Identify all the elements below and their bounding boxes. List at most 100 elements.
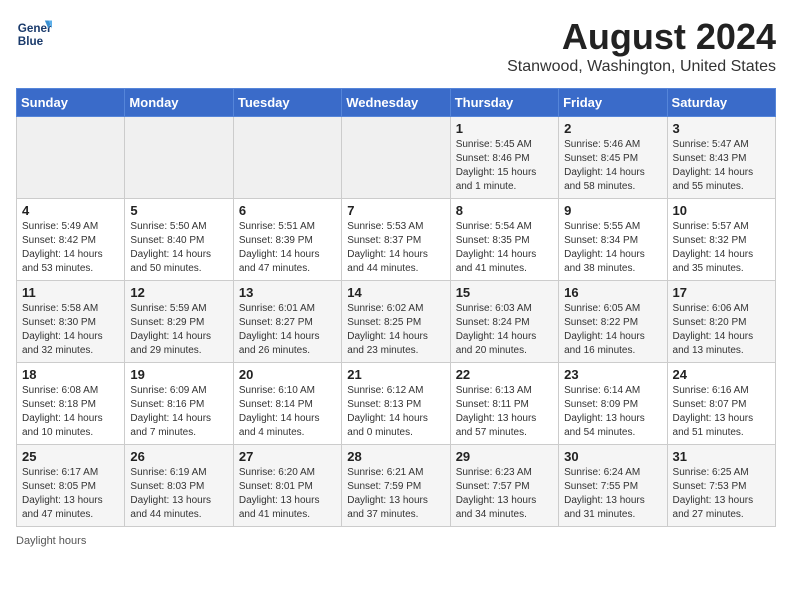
calendar-cell: 8Sunrise: 5:54 AM Sunset: 8:35 PM Daylig… (450, 199, 558, 281)
day-info: Sunrise: 6:02 AM Sunset: 8:25 PM Dayligh… (347, 302, 444, 358)
calendar-cell (17, 117, 125, 199)
day-number: 18 (22, 367, 119, 382)
calendar-cell: 2 Sunrise: 5:46 AM Sunset: 8:45 PM Daylig… (559, 117, 667, 199)
main-title: August 2024 (507, 16, 776, 58)
week-row-3: 11 Sunrise: 5:58 AM Sunset: 8:30 PM Dayli… (17, 281, 776, 363)
day-info: Sunrise: 6:08 AM Sunset: 8:18 PM Dayligh… (22, 384, 119, 440)
day-info: Sunrise: 5:47 AM Sunset: 8:43 PM Dayligh… (673, 138, 770, 194)
calendar-cell: 21 Sunrise: 6:12 AM Sunset: 8:13 PM Dayli… (342, 363, 450, 445)
day-number: 29 (456, 449, 553, 464)
calendar-cell: 11 Sunrise: 5:58 AM Sunset: 8:30 PM Dayli… (17, 281, 125, 363)
calendar-body: 1Sunrise: 5:45 AM Sunset: 8:46 PM Daylig… (17, 117, 776, 527)
weekday-header-monday: Monday (125, 89, 233, 117)
calendar-cell: 22 Sunrise: 6:13 AM Sunset: 8:11 PM Dayli… (450, 363, 558, 445)
day-number: 7 (347, 203, 444, 218)
day-info: Sunrise: 5:49 AM Sunset: 8:42 PM Dayligh… (22, 220, 119, 276)
day-info: Sunrise: 5:45 AM Sunset: 8:46 PM Dayligh… (456, 138, 553, 194)
day-number: 22 (456, 367, 553, 382)
header: General Blue August 2024 Stanwood, Washi… (16, 16, 776, 76)
day-info: Sunrise: 6:13 AM Sunset: 8:11 PM Dayligh… (456, 384, 553, 440)
weekday-header-thursday: Thursday (450, 89, 558, 117)
calendar-cell: 25Sunrise: 6:17 AM Sunset: 8:05 PM Dayli… (17, 445, 125, 527)
calendar-cell: 16 Sunrise: 6:05 AM Sunset: 8:22 PM Dayli… (559, 281, 667, 363)
day-info: Sunrise: 5:58 AM Sunset: 8:30 PM Dayligh… (22, 302, 119, 358)
calendar-cell: 17 Sunrise: 6:06 AM Sunset: 8:20 PM Dayli… (667, 281, 775, 363)
calendar-cell: 26Sunrise: 6:19 AM Sunset: 8:03 PM Dayli… (125, 445, 233, 527)
day-number: 30 (564, 449, 661, 464)
week-row-1: 1Sunrise: 5:45 AM Sunset: 8:46 PM Daylig… (17, 117, 776, 199)
day-info: Sunrise: 6:14 AM Sunset: 8:09 PM Dayligh… (564, 384, 661, 440)
title-block: August 2024 Stanwood, Washington, United… (507, 16, 776, 76)
week-row-5: 25Sunrise: 6:17 AM Sunset: 8:05 PM Dayli… (17, 445, 776, 527)
day-number: 9 (564, 203, 661, 218)
calendar-header: SundayMondayTuesdayWednesdayThursdayFrid… (17, 89, 776, 117)
day-number: 24 (673, 367, 770, 382)
day-number: 31 (673, 449, 770, 464)
day-number: 12 (130, 285, 227, 300)
calendar-cell: 4Sunrise: 5:49 AM Sunset: 8:42 PM Daylig… (17, 199, 125, 281)
weekday-header-saturday: Saturday (667, 89, 775, 117)
calendar-cell: 13 Sunrise: 6:01 AM Sunset: 8:27 PM Dayli… (233, 281, 341, 363)
weekday-header-row: SundayMondayTuesdayWednesdayThursdayFrid… (17, 89, 776, 117)
day-info: Sunrise: 6:10 AM Sunset: 8:14 PM Dayligh… (239, 384, 336, 440)
calendar-cell: 23Sunrise: 6:14 AM Sunset: 8:09 PM Dayli… (559, 363, 667, 445)
calendar-cell: 28 Sunrise: 6:21 AM Sunset: 7:59 PM Dayli… (342, 445, 450, 527)
footer-note: Daylight hours (16, 535, 776, 547)
calendar: SundayMondayTuesdayWednesdayThursdayFrid… (16, 88, 776, 527)
day-number: 21 (347, 367, 444, 382)
day-info: Sunrise: 6:21 AM Sunset: 7:59 PM Dayligh… (347, 466, 444, 522)
day-info: Sunrise: 6:24 AM Sunset: 7:55 PM Dayligh… (564, 466, 661, 522)
day-number: 16 (564, 285, 661, 300)
weekday-header-sunday: Sunday (17, 89, 125, 117)
calendar-cell: 18 Sunrise: 6:08 AM Sunset: 8:18 PM Dayli… (17, 363, 125, 445)
day-info: Sunrise: 6:25 AM Sunset: 7:53 PM Dayligh… (673, 466, 770, 522)
calendar-cell: 20 Sunrise: 6:10 AM Sunset: 8:14 PM Dayli… (233, 363, 341, 445)
day-info: Sunrise: 6:23 AM Sunset: 7:57 PM Dayligh… (456, 466, 553, 522)
day-info: Sunrise: 5:50 AM Sunset: 8:40 PM Dayligh… (130, 220, 227, 276)
day-number: 19 (130, 367, 227, 382)
calendar-cell: 12 Sunrise: 5:59 AM Sunset: 8:29 PM Dayli… (125, 281, 233, 363)
week-row-2: 4Sunrise: 5:49 AM Sunset: 8:42 PM Daylig… (17, 199, 776, 281)
week-row-4: 18 Sunrise: 6:08 AM Sunset: 8:18 PM Dayli… (17, 363, 776, 445)
day-info: Sunrise: 5:54 AM Sunset: 8:35 PM Dayligh… (456, 220, 553, 276)
day-info: Sunrise: 6:03 AM Sunset: 8:24 PM Dayligh… (456, 302, 553, 358)
calendar-cell: 29 Sunrise: 6:23 AM Sunset: 7:57 PM Dayli… (450, 445, 558, 527)
calendar-cell: 5 Sunrise: 5:50 AM Sunset: 8:40 PM Daylig… (125, 199, 233, 281)
day-number: 15 (456, 285, 553, 300)
day-number: 11 (22, 285, 119, 300)
day-number: 14 (347, 285, 444, 300)
day-info: Sunrise: 6:12 AM Sunset: 8:13 PM Dayligh… (347, 384, 444, 440)
weekday-header-wednesday: Wednesday (342, 89, 450, 117)
logo-icon: General Blue (16, 16, 52, 52)
calendar-cell: 9 Sunrise: 5:55 AM Sunset: 8:34 PM Daylig… (559, 199, 667, 281)
day-number: 3 (673, 121, 770, 136)
calendar-cell: 31 Sunrise: 6:25 AM Sunset: 7:53 PM Dayli… (667, 445, 775, 527)
day-number: 6 (239, 203, 336, 218)
weekday-header-friday: Friday (559, 89, 667, 117)
calendar-cell (233, 117, 341, 199)
day-info: Sunrise: 5:53 AM Sunset: 8:37 PM Dayligh… (347, 220, 444, 276)
day-number: 25 (22, 449, 119, 464)
calendar-cell: 3 Sunrise: 5:47 AM Sunset: 8:43 PM Daylig… (667, 117, 775, 199)
day-number: 13 (239, 285, 336, 300)
day-info: Sunrise: 5:51 AM Sunset: 8:39 PM Dayligh… (239, 220, 336, 276)
calendar-cell: 30 Sunrise: 6:24 AM Sunset: 7:55 PM Dayli… (559, 445, 667, 527)
day-info: Sunrise: 6:01 AM Sunset: 8:27 PM Dayligh… (239, 302, 336, 358)
day-number: 20 (239, 367, 336, 382)
day-info: Sunrise: 5:46 AM Sunset: 8:45 PM Dayligh… (564, 138, 661, 194)
svg-text:Blue: Blue (18, 35, 44, 48)
logo: General Blue (16, 16, 52, 52)
day-info: Sunrise: 5:55 AM Sunset: 8:34 PM Dayligh… (564, 220, 661, 276)
day-info: Sunrise: 6:05 AM Sunset: 8:22 PM Dayligh… (564, 302, 661, 358)
calendar-cell (342, 117, 450, 199)
calendar-cell (125, 117, 233, 199)
day-number: 28 (347, 449, 444, 464)
subtitle: Stanwood, Washington, United States (507, 58, 776, 76)
day-number: 2 (564, 121, 661, 136)
day-info: Sunrise: 6:06 AM Sunset: 8:20 PM Dayligh… (673, 302, 770, 358)
day-number: 5 (130, 203, 227, 218)
day-info: Sunrise: 5:59 AM Sunset: 8:29 PM Dayligh… (130, 302, 227, 358)
day-number: 17 (673, 285, 770, 300)
calendar-cell: 14 Sunrise: 6:02 AM Sunset: 8:25 PM Dayli… (342, 281, 450, 363)
weekday-header-tuesday: Tuesday (233, 89, 341, 117)
